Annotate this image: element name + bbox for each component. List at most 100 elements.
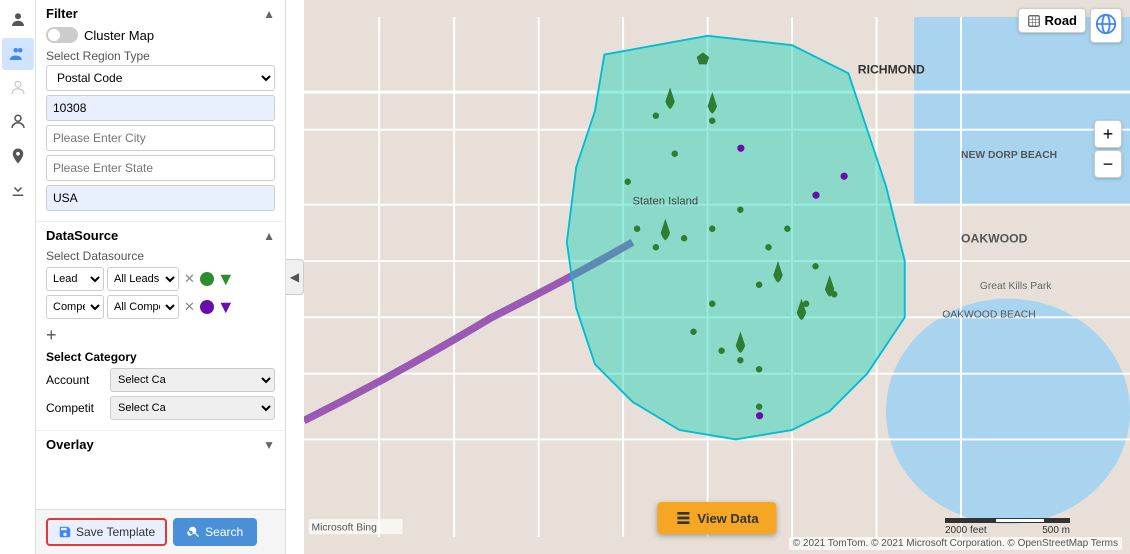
account-category-select[interactable]: Select Ca: [110, 368, 275, 392]
datasource-section: DataSource ▲ Select Datasource Lead All …: [36, 222, 285, 431]
svg-text:●: ●: [755, 406, 765, 425]
svg-text:Great Kills Park: Great Kills Park: [980, 281, 1052, 292]
cluster-map-switch[interactable]: [46, 27, 78, 43]
datasource-row-competitor: Compe All Compe ✕ ▼: [46, 295, 275, 319]
view-data-button[interactable]: View Data: [657, 502, 776, 534]
icon-person[interactable]: [2, 4, 34, 36]
filter-header[interactable]: Filter ▲: [46, 6, 275, 21]
competitor-cat-label: Competit: [46, 401, 106, 415]
scale-label-1: 2000 feet: [945, 525, 987, 536]
cluster-map-label: Cluster Map: [84, 28, 154, 43]
view-data-label: View Data: [697, 511, 758, 526]
datasource-title: DataSource: [46, 228, 118, 243]
datasource-row-lead: Lead All Leads ✕ ▼: [46, 267, 275, 291]
scale-seg-3: [1045, 518, 1070, 523]
overlay-section: Overlay ▼: [36, 431, 285, 464]
icon-map-marker[interactable]: [2, 140, 34, 172]
road-label: Road: [1045, 13, 1078, 28]
globe-icon-btn[interactable]: [1090, 8, 1122, 43]
account-label: Account: [46, 373, 106, 387]
svg-text:Microsoft Bing: Microsoft Bing: [312, 522, 378, 533]
category-row-competitor: Competit Select Ca: [46, 396, 275, 420]
postal-code-input[interactable]: 10308: [46, 95, 275, 121]
svg-text:●: ●: [717, 342, 726, 359]
svg-text:●: ●: [755, 276, 764, 293]
svg-text:●: ●: [811, 185, 821, 204]
scale-seg-1: [945, 518, 995, 523]
competitor-color-dot: [200, 300, 214, 314]
svg-text:●: ●: [651, 239, 660, 256]
icon-group[interactable]: [2, 38, 34, 70]
zoom-out-btn[interactable]: −: [1094, 150, 1122, 178]
svg-text:RICHMOND: RICHMOND: [858, 62, 925, 76]
svg-text:●: ●: [783, 220, 792, 237]
datasource-label: Select Datasource: [46, 249, 275, 263]
region-type-label: Select Region Type: [46, 49, 275, 63]
scale-label-2: 500 m: [1042, 525, 1070, 536]
globe-icon: [1095, 13, 1117, 35]
icon-person-outline[interactable]: [2, 106, 34, 138]
sidebar-panel: Filter ▲ Cluster Map Select Region Type …: [36, 0, 286, 554]
overlay-title: Overlay: [46, 437, 94, 452]
svg-text:●: ●: [679, 229, 688, 246]
svg-text:●: ●: [811, 257, 820, 274]
zoom-controls: + −: [1094, 120, 1122, 178]
save-template-button[interactable]: Save Template: [46, 518, 167, 546]
svg-text:●: ●: [708, 112, 717, 129]
competitor-type-select[interactable]: Compe: [46, 295, 104, 319]
svg-text:OAKWOOD: OAKWOOD: [961, 231, 1028, 245]
svg-text:●: ●: [689, 323, 698, 340]
map-area: RICHMOND OAKWOOD OAKWOOD BEACH NEW DORP …: [304, 0, 1130, 554]
lead-type-select[interactable]: Lead: [46, 267, 104, 291]
svg-text:●: ●: [708, 220, 717, 237]
lead-pin-icon: ▼: [217, 270, 235, 288]
lead-color-dot: [200, 272, 214, 286]
map-scale: 2000 feet 500 m: [945, 518, 1070, 536]
map-svg: RICHMOND OAKWOOD OAKWOOD BEACH NEW DORP …: [304, 0, 1130, 554]
svg-text:●: ●: [736, 351, 745, 368]
svg-text:●: ●: [755, 361, 764, 378]
zoom-in-btn[interactable]: +: [1094, 120, 1122, 148]
datasource-header[interactable]: DataSource ▲: [46, 228, 275, 243]
scale-seg-2: [995, 518, 1045, 523]
attribution-text: © 2021 TomTom. © 2021 Microsoft Corporat…: [793, 538, 1118, 549]
map-attribution: © 2021 TomTom. © 2021 Microsoft Corporat…: [789, 537, 1122, 550]
competitor-remove-btn[interactable]: ✕: [182, 299, 197, 315]
svg-text:●: ●: [764, 239, 773, 256]
competitor-pin-icon: ▼: [217, 298, 235, 316]
save-icon: [58, 525, 72, 539]
sidebar-collapse-btn[interactable]: ◀: [286, 259, 304, 295]
add-datasource-btn[interactable]: +: [46, 325, 57, 346]
svg-text:●: ●: [651, 107, 660, 124]
overlay-collapse-icon: ▼: [263, 438, 275, 452]
city-input[interactable]: [46, 125, 275, 151]
overlay-header[interactable]: Overlay ▼: [46, 437, 275, 452]
search-button[interactable]: Search: [173, 518, 257, 546]
country-input[interactable]: USA: [46, 185, 275, 211]
svg-text:●: ●: [623, 173, 632, 190]
svg-text:⬟: ⬟: [696, 51, 709, 68]
svg-text:●: ●: [670, 145, 679, 162]
region-type-select[interactable]: Postal Code: [46, 65, 275, 91]
lead-sub-select[interactable]: All Leads: [107, 267, 179, 291]
search-label: Search: [205, 525, 243, 539]
datasource-collapse-icon: ▲: [263, 229, 275, 243]
icon-download[interactable]: [2, 174, 34, 206]
road-view-badge[interactable]: Road: [1018, 8, 1087, 33]
filter-collapse-icon: ▲: [263, 7, 275, 21]
road-icon: [1027, 14, 1041, 28]
lead-remove-btn[interactable]: ✕: [182, 271, 197, 287]
scale-labels: 2000 feet 500 m: [945, 525, 1070, 536]
svg-text:OAKWOOD BEACH: OAKWOOD BEACH: [942, 309, 1035, 320]
svg-text:●: ●: [708, 295, 717, 312]
state-input[interactable]: [46, 155, 275, 181]
competitor-category-select[interactable]: Select Ca: [110, 396, 275, 420]
category-row-account: Account Select Ca: [46, 368, 275, 392]
svg-text:Staten Island: Staten Island: [633, 196, 699, 208]
competitor-sub-select[interactable]: All Compe: [107, 295, 179, 319]
view-data-icon: [675, 510, 691, 526]
scale-bar: [945, 518, 1070, 523]
icon-bar: [0, 0, 36, 554]
search-icon: [187, 525, 201, 539]
icon-user-silhouette[interactable]: [2, 72, 34, 104]
